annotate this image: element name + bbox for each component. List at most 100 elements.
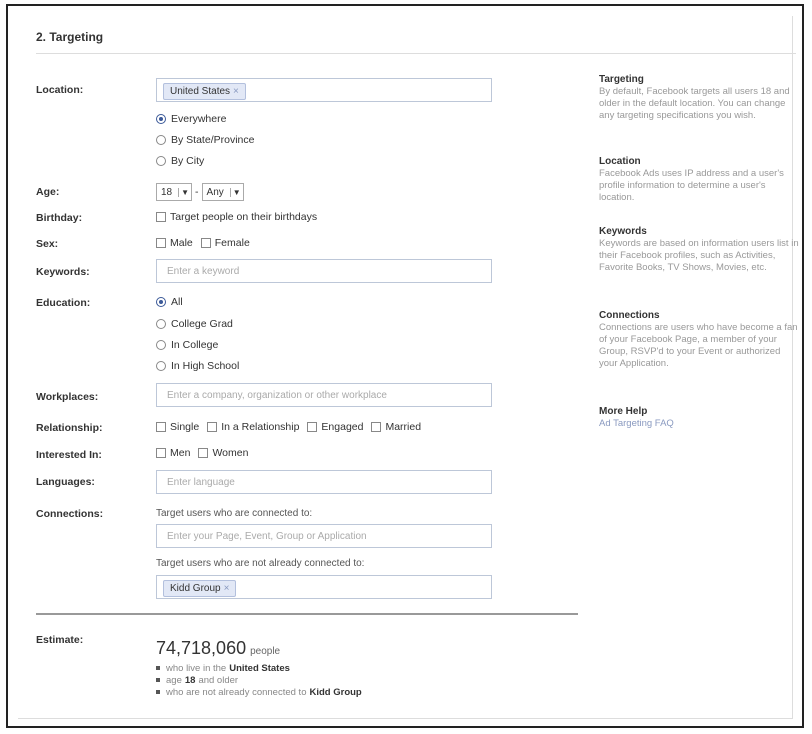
ad-targeting-faq-link[interactable]: Ad Targeting FAQ xyxy=(599,418,674,429)
age-max-select[interactable]: Any ▼ xyxy=(201,183,244,201)
help-location: Location Facebook Ads uses IP address an… xyxy=(599,156,799,204)
radio-icon[interactable] xyxy=(156,319,166,329)
not-connected-to-label: Target users who are not already connect… xyxy=(156,558,365,569)
line-text: who live in the xyxy=(166,662,227,674)
sex-male-option[interactable]: Male xyxy=(156,237,193,249)
age-label: Age: xyxy=(36,186,60,198)
education-college-grad-option[interactable]: College Grad xyxy=(156,318,233,330)
not-connected-to-input[interactable]: Kidd Group × xyxy=(156,575,492,599)
age-selectors: 18 ▼ - Any ▼ xyxy=(156,183,247,201)
section-title: 2. Targeting xyxy=(36,30,104,44)
estimate-label: Estimate: xyxy=(36,634,84,646)
dropdown-arrow-icon: ▼ xyxy=(178,187,189,197)
relationship-married-option[interactable]: Married xyxy=(371,421,421,433)
line-text: who are not already connected to xyxy=(166,686,307,698)
keywords-input[interactable]: Enter a keyword xyxy=(156,259,492,283)
line-bold: Kidd Group xyxy=(309,686,362,698)
bullet-icon xyxy=(156,678,160,682)
checkbox-icon[interactable] xyxy=(156,238,166,248)
interested-women-option[interactable]: Women xyxy=(198,447,248,459)
help-targeting: Targeting By default, Facebook targets a… xyxy=(599,74,799,122)
option-label: In High School xyxy=(171,360,240,372)
workplaces-input[interactable]: Enter a company, organization or other w… xyxy=(156,383,492,407)
education-label: Education: xyxy=(36,297,91,309)
dropdown-arrow-icon: ▼ xyxy=(229,187,241,197)
birthday-label: Birthday: xyxy=(36,212,83,224)
option-label: Target people on their birthdays xyxy=(170,211,318,223)
relationship-in-relationship-option[interactable]: In a Relationship xyxy=(207,421,299,433)
help-connections-title: Connections xyxy=(599,310,660,321)
help-targeting-title: Targeting xyxy=(599,74,644,85)
estimate-count-value: 74,718,060 xyxy=(156,638,247,658)
connected-to-label: Target users who are connected to: xyxy=(156,508,313,519)
checkbox-icon[interactable] xyxy=(371,422,382,432)
checkbox-icon[interactable] xyxy=(156,422,166,432)
option-label: Female xyxy=(214,237,250,249)
connected-to-input[interactable]: Enter your Page, Event, Group or Applica… xyxy=(156,524,492,548)
help-connections: Connections Connections are users who ha… xyxy=(599,310,799,370)
location-token-text: United States xyxy=(170,86,231,97)
radio-icon[interactable] xyxy=(156,135,166,145)
sex-female-option[interactable]: Female xyxy=(200,237,250,249)
estimate-age-line: age 18 and older xyxy=(156,674,365,686)
education-in-college-option[interactable]: In College xyxy=(156,339,218,351)
estimate-unit: people xyxy=(250,646,281,657)
radio-icon[interactable] xyxy=(156,156,166,166)
help-more: More Help Ad Targeting FAQ xyxy=(599,406,799,430)
education-all-option[interactable]: All xyxy=(156,296,183,308)
birthday-option[interactable]: Target people on their birthdays xyxy=(156,211,317,223)
option-label: Everywhere xyxy=(171,113,227,125)
checkbox-icon[interactable] xyxy=(156,212,166,222)
relationship-label: Relationship: xyxy=(36,422,103,434)
remove-token-icon[interactable]: × xyxy=(233,86,239,97)
relationship-single-option[interactable]: Single xyxy=(156,421,199,433)
estimate-count: 74,718,060 people xyxy=(156,638,280,659)
targeting-content: 2. Targeting Location: United States × Ev… xyxy=(18,16,799,719)
not-connected-token-text: Kidd Group xyxy=(170,583,221,594)
location-token[interactable]: United States × xyxy=(163,83,246,100)
option-label: Engaged xyxy=(321,421,364,433)
checkbox-icon[interactable] xyxy=(307,422,318,432)
checkbox-icon[interactable] xyxy=(198,448,209,458)
workplaces-placeholder: Enter a company, organization or other w… xyxy=(167,390,387,401)
location-city-option[interactable]: By City xyxy=(156,155,204,167)
help-location-text: Facebook Ads uses IP address and a user'… xyxy=(599,168,784,203)
location-everywhere-option[interactable]: Everywhere xyxy=(156,113,226,125)
location-input[interactable]: United States × xyxy=(156,78,492,102)
option-label: In College xyxy=(171,339,219,351)
help-connections-text: Connections are users who have become a … xyxy=(599,322,798,369)
interested-in-label: Interested In: xyxy=(36,449,102,461)
languages-input[interactable]: Enter language xyxy=(156,470,492,494)
checkbox-icon[interactable] xyxy=(200,238,211,248)
checkbox-icon[interactable] xyxy=(207,422,218,432)
help-keywords-title: Keywords xyxy=(599,226,647,237)
radio-icon[interactable] xyxy=(156,297,166,307)
connections-label: Connections: xyxy=(36,508,104,520)
workplaces-label: Workplaces: xyxy=(36,391,99,403)
location-state-option[interactable]: By State/Province xyxy=(156,134,254,146)
estimate-connection-line: who are not already connected to Kidd Gro… xyxy=(156,686,365,698)
option-label: College Grad xyxy=(171,318,233,330)
help-keywords: Keywords Keywords are based on informati… xyxy=(599,226,799,274)
line-text: and older xyxy=(198,674,239,686)
bullet-icon xyxy=(156,666,160,670)
help-more-title: More Help xyxy=(599,406,648,417)
keywords-placeholder: Enter a keyword xyxy=(167,266,240,277)
radio-icon[interactable] xyxy=(156,114,166,124)
checkbox-icon[interactable] xyxy=(156,448,166,458)
radio-icon[interactable] xyxy=(156,340,166,350)
interested-in-options: Men Women xyxy=(156,447,256,459)
age-max-value: Any xyxy=(206,186,224,198)
help-location-title: Location xyxy=(599,156,641,167)
not-connected-token[interactable]: Kidd Group × xyxy=(163,580,237,597)
relationship-engaged-option[interactable]: Engaged xyxy=(307,421,363,433)
interested-men-option[interactable]: Men xyxy=(156,447,190,459)
education-high-school-option[interactable]: In High School xyxy=(156,360,239,372)
age-min-select[interactable]: 18 ▼ xyxy=(156,183,193,201)
option-label: Single xyxy=(170,421,200,433)
help-keywords-text: Keywords are based on information users … xyxy=(599,238,799,273)
radio-icon[interactable] xyxy=(156,361,166,371)
estimate-details: who live in the United States age 18 and ol… xyxy=(156,662,365,698)
line-bold: 18 xyxy=(184,674,196,686)
remove-token-icon[interactable]: × xyxy=(224,583,230,594)
